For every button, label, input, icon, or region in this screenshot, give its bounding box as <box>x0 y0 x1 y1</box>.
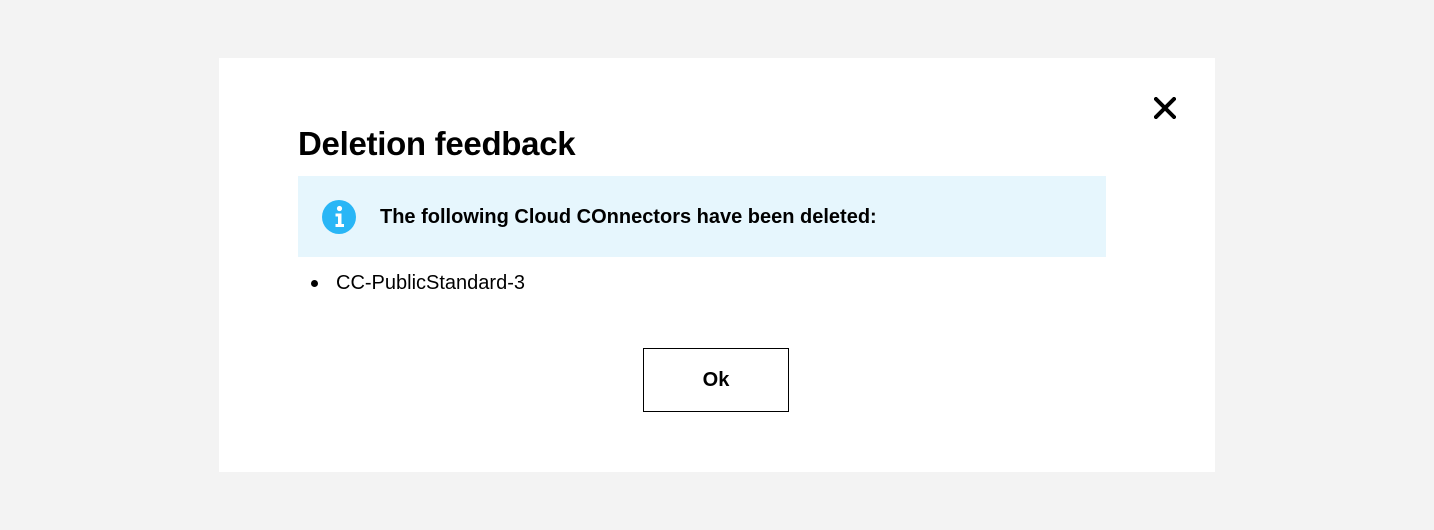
deletion-feedback-dialog: Deletion feedback The following Cloud CO… <box>219 58 1215 472</box>
notice-text: The following Cloud COnnectors have been… <box>380 205 877 228</box>
dialog-title: Deletion feedback <box>298 125 576 162</box>
list-item-label: CC-PublicStandard-3 <box>336 271 525 294</box>
info-notification: The following Cloud COnnectors have been… <box>298 176 1106 257</box>
close-icon <box>1153 95 1177 124</box>
ok-button[interactable]: Ok <box>643 348 789 412</box>
deleted-connectors-list: CC-PublicStandard-3 <box>298 268 525 298</box>
list-item: CC-PublicStandard-3 <box>298 268 525 298</box>
info-icon <box>321 199 357 235</box>
bullet <box>311 279 318 287</box>
close-button[interactable] <box>1150 95 1180 125</box>
